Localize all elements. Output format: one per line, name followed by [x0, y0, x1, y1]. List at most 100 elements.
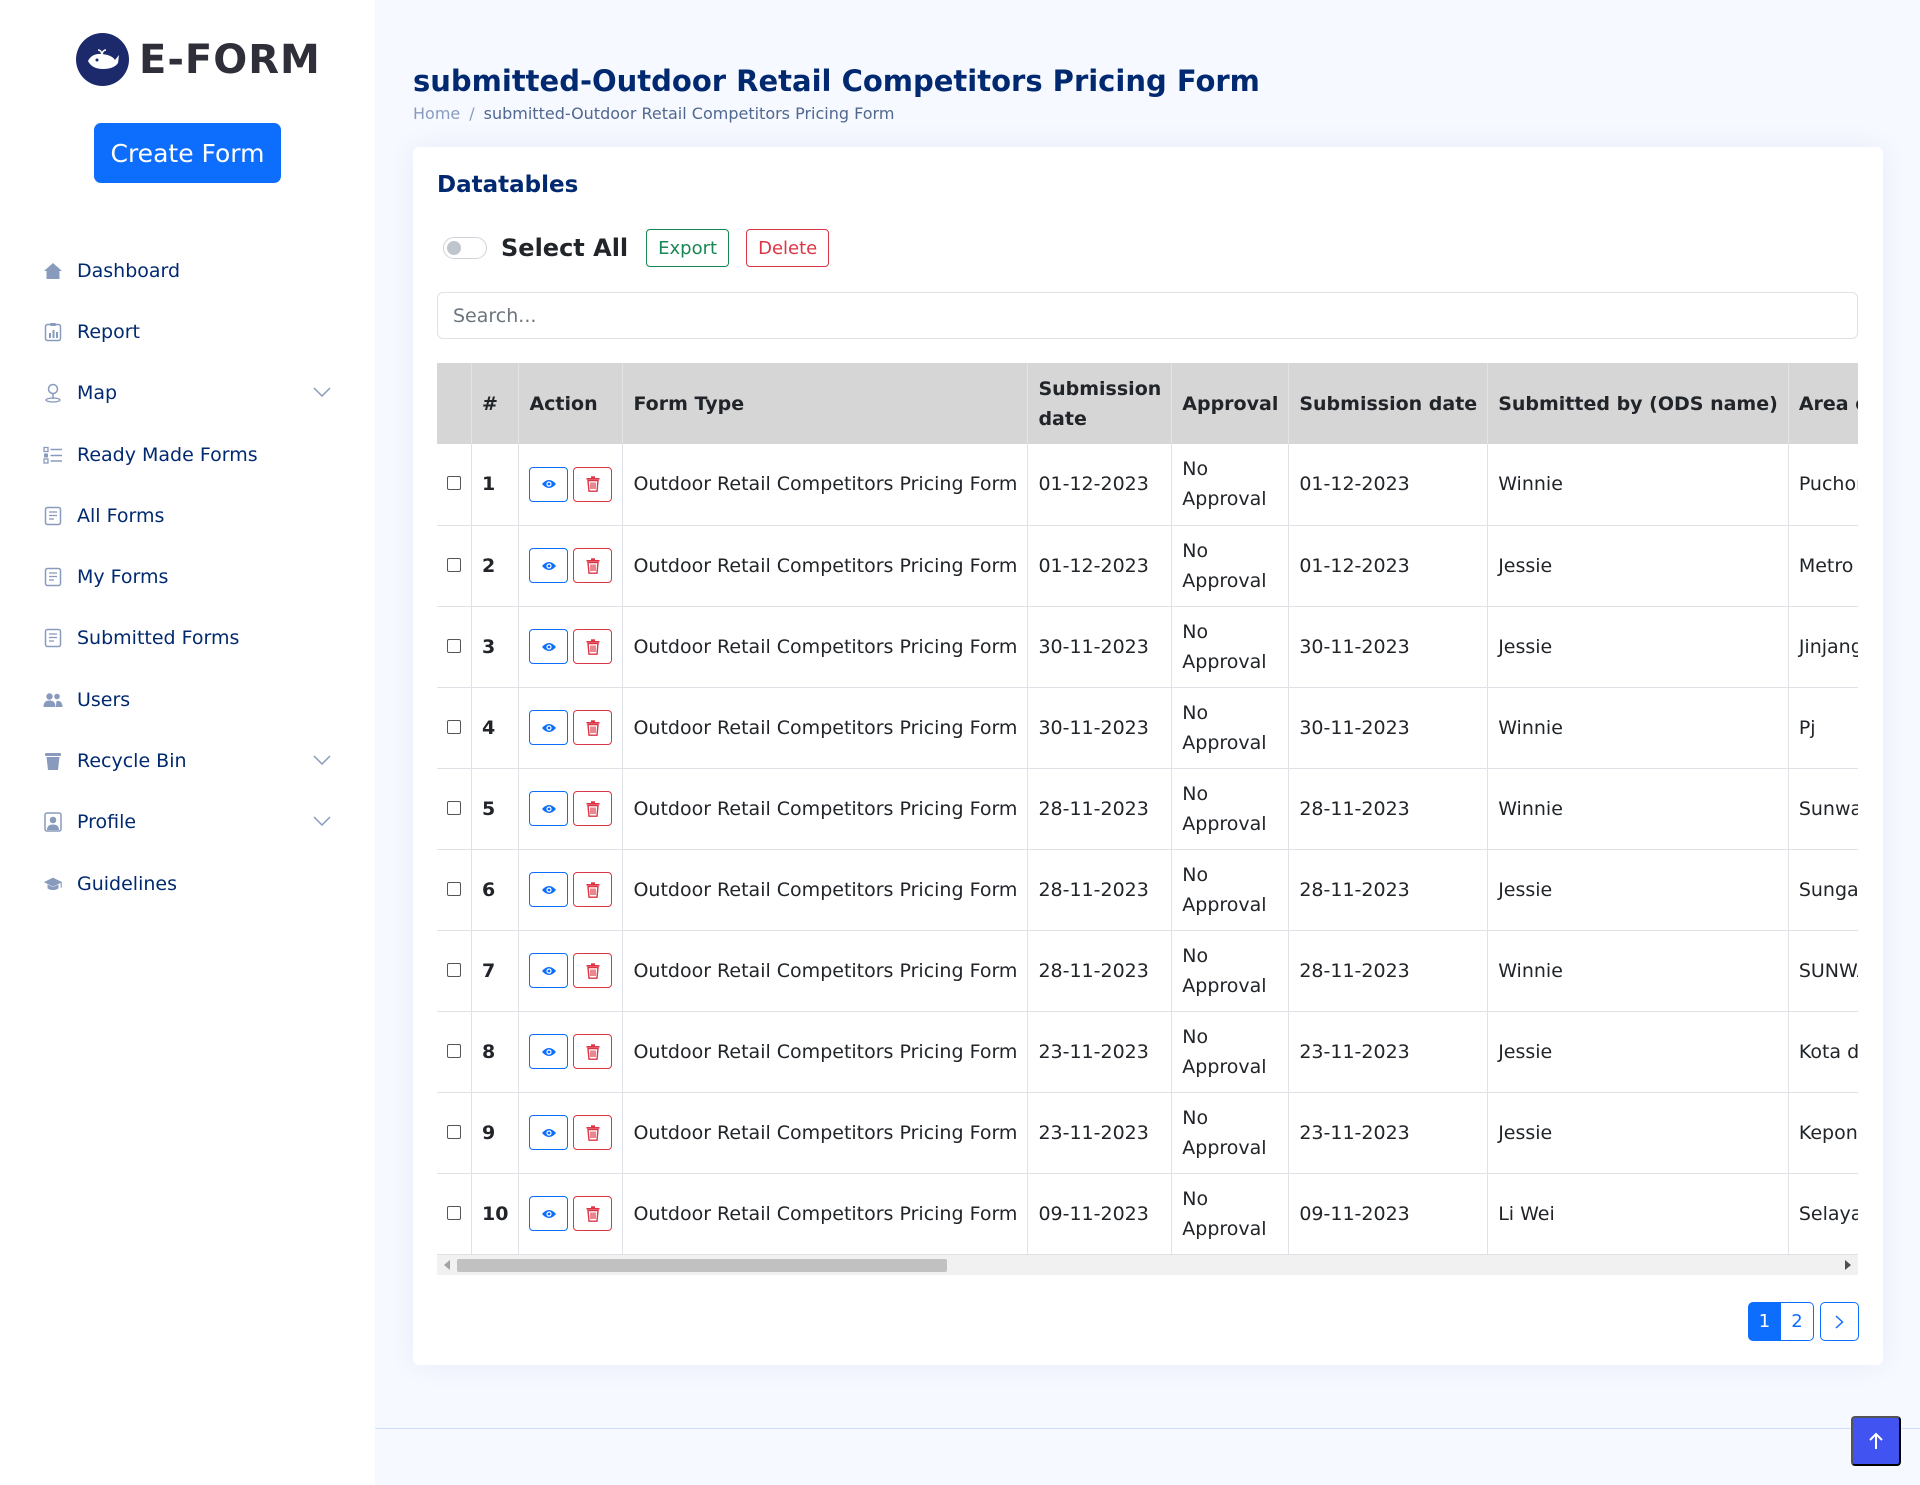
- delete-row-button[interactable]: [573, 1115, 613, 1150]
- header-approval[interactable]: Approval: [1171, 363, 1290, 444]
- sidebar-item-report[interactable]: Report: [0, 301, 375, 362]
- sidebar-item-label: Users: [77, 688, 131, 711]
- sidebar-item-label: Profile: [77, 811, 137, 834]
- row-checkbox[interactable]: [447, 476, 461, 491]
- breadcrumb-current: submitted-Outdoor Retail Competitors Pri…: [483, 104, 895, 123]
- submitted-by-cell: Winnie: [1487, 444, 1789, 526]
- scrollbar-thumb[interactable]: [457, 1259, 947, 1272]
- sidebar-item-my-forms[interactable]: My Forms: [0, 546, 375, 607]
- delete-row-button[interactable]: [573, 548, 613, 583]
- header-number[interactable]: #: [471, 363, 520, 444]
- view-button[interactable]: [529, 710, 569, 745]
- back-to-top-button[interactable]: [1851, 1416, 1901, 1466]
- row-checkbox[interactable]: [447, 1205, 461, 1220]
- chevron-down-icon[interactable]: [313, 384, 331, 402]
- horizontal-scrollbar[interactable]: [437, 1255, 1858, 1275]
- row-checkbox[interactable]: [447, 638, 461, 653]
- row-checkbox-cell: [437, 687, 472, 769]
- header-submitted-by[interactable]: Submitted by (ODS name): [1487, 363, 1789, 444]
- chevron-down-icon[interactable]: [313, 752, 331, 770]
- row-checkbox[interactable]: [447, 962, 461, 977]
- header-submission-date-2[interactable]: Submission date: [1288, 363, 1489, 444]
- page-1-button[interactable]: 1: [1748, 1302, 1781, 1341]
- row-checkbox[interactable]: [447, 1124, 461, 1139]
- chevron-down-icon[interactable]: [313, 813, 331, 831]
- view-button[interactable]: [529, 548, 569, 583]
- scroll-left-arrow-icon[interactable]: [444, 1260, 450, 1270]
- header-action[interactable]: Action: [518, 363, 624, 444]
- person-icon: [43, 812, 63, 833]
- sidebar-item-submitted-forms[interactable]: Submitted Forms: [0, 608, 375, 669]
- row-actions: [518, 444, 624, 526]
- row-checkbox[interactable]: [447, 800, 461, 815]
- header-area-of-survey[interactable]: Area of survey: [1788, 363, 1858, 444]
- submitted-by-cell: Jessie: [1487, 1011, 1789, 1093]
- delete-row-button[interactable]: [573, 791, 613, 826]
- delete-row-button[interactable]: [573, 1196, 613, 1231]
- approval-cell: No Approval: [1171, 606, 1290, 688]
- form-type-cell: Outdoor Retail Competitors Pricing Form: [622, 444, 1029, 526]
- sidebar-item-label: My Forms: [77, 566, 169, 589]
- view-button[interactable]: [529, 872, 569, 907]
- export-button[interactable]: Export: [646, 229, 730, 267]
- sidebar-item-label: Recycle Bin: [77, 750, 187, 773]
- view-button[interactable]: [529, 791, 569, 826]
- delete-row-button[interactable]: [573, 1034, 613, 1069]
- sidebar-item-recycle-bin[interactable]: Recycle Bin: [0, 730, 375, 791]
- row-checkbox-cell: [437, 1092, 472, 1174]
- delete-row-button[interactable]: [573, 710, 613, 745]
- sidebar-item-map[interactable]: Map: [0, 363, 375, 424]
- view-button[interactable]: [529, 1034, 569, 1069]
- row-checkbox[interactable]: [447, 881, 461, 896]
- trash-icon: [586, 1124, 600, 1141]
- next-page-button[interactable]: [1820, 1302, 1859, 1341]
- document-icon: [43, 628, 63, 648]
- submission-date-cell: 23-11-2023: [1027, 1092, 1173, 1174]
- view-button[interactable]: [529, 1196, 569, 1231]
- breadcrumb-home[interactable]: Home: [413, 104, 460, 123]
- row-checkbox[interactable]: [447, 557, 461, 572]
- delete-row-button[interactable]: [573, 953, 613, 988]
- row-number: 6: [471, 849, 520, 931]
- sidebar-item-ready-made-forms[interactable]: Ready Made Forms: [0, 424, 375, 485]
- delete-row-button[interactable]: [573, 629, 613, 664]
- row-number: 2: [471, 525, 520, 607]
- form-type-cell: Outdoor Retail Competitors Pricing Form: [622, 1011, 1029, 1093]
- submissions-table: # Action Form Type Submission date Appro…: [437, 363, 1858, 1255]
- logo[interactable]: E-FORM: [76, 32, 321, 87]
- delete-button[interactable]: Delete: [746, 229, 830, 267]
- view-button[interactable]: [529, 1115, 569, 1150]
- table-row: 7 Outdoor Retail Competitors Pricing Form…: [437, 930, 1858, 1012]
- sidebar-item-all-forms[interactable]: All Forms: [0, 485, 375, 546]
- view-button[interactable]: [529, 629, 569, 664]
- whale-logo-icon: [76, 33, 129, 86]
- delete-row-button[interactable]: [573, 872, 613, 907]
- select-all-toggle[interactable]: [443, 237, 487, 259]
- row-number: 1: [471, 444, 520, 526]
- view-button[interactable]: [529, 466, 569, 502]
- area-of-survey-cell: Puchong: [1788, 444, 1858, 526]
- row-checkbox[interactable]: [447, 1043, 461, 1058]
- submission-date-cell-2: 28-11-2023: [1288, 930, 1489, 1012]
- sidebar-item-dashboard[interactable]: Dashboard: [0, 240, 375, 301]
- row-checkbox[interactable]: [447, 719, 461, 734]
- search-input[interactable]: [437, 292, 1858, 339]
- logo-text: E-FORM: [139, 36, 321, 83]
- users-icon: [43, 690, 63, 710]
- form-type-cell: Outdoor Retail Competitors Pricing Form: [622, 930, 1029, 1012]
- sidebar-item-guidelines[interactable]: Guidelines: [0, 853, 375, 914]
- view-button[interactable]: [529, 953, 569, 988]
- delete-row-button[interactable]: [573, 466, 613, 502]
- page-2-button[interactable]: 2: [1781, 1302, 1814, 1341]
- header-submission-date[interactable]: Submission date: [1027, 363, 1173, 444]
- row-checkbox-cell: [437, 444, 472, 526]
- sidebar-item-profile[interactable]: Profile: [0, 792, 375, 853]
- eye-icon: [541, 885, 556, 894]
- row-actions: [518, 1011, 624, 1093]
- header-form-type[interactable]: Form Type: [622, 363, 1029, 444]
- create-form-button[interactable]: Create Form: [94, 123, 281, 183]
- card-title: Datatables: [437, 172, 579, 198]
- scroll-right-arrow-icon[interactable]: [1845, 1260, 1851, 1270]
- approval-cell: No Approval: [1171, 1092, 1290, 1174]
- sidebar-item-users[interactable]: Users: [0, 669, 375, 730]
